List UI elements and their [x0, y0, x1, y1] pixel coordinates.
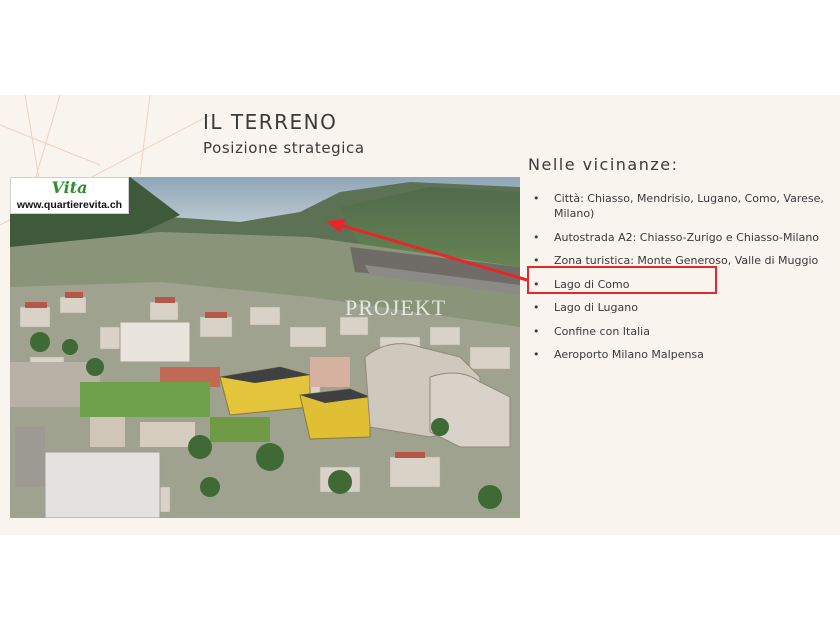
aerial-photo-illustration	[10, 177, 520, 518]
list-item: Lago di Lugano	[533, 300, 838, 315]
watermark: PROJEKT	[345, 295, 447, 320]
vita-logo[interactable]: Vita www.quartierevita.ch	[10, 177, 129, 214]
list-item: Aeroporto Milano Malpensa	[533, 347, 838, 362]
aerial-photo	[10, 177, 520, 518]
page-title: IL TERRENO	[203, 110, 338, 134]
slide: IL TERRENO Posizione strategica Vita www…	[0, 95, 840, 535]
highlight-box	[527, 266, 717, 294]
logo-url: www.quartierevita.ch	[16, 199, 123, 211]
logo-brand: Vita	[51, 178, 88, 197]
nearby-heading: Nelle vicinanze:	[528, 155, 679, 174]
list-item: Città: Chiasso, Mendrisio, Lugano, Como,…	[533, 191, 838, 221]
list-item: Confine con Italia	[533, 324, 838, 339]
page-subtitle: Posizione strategica	[203, 139, 365, 157]
list-item: Autostrada A2: Chiasso-Zurigo e Chiasso-…	[533, 230, 838, 245]
